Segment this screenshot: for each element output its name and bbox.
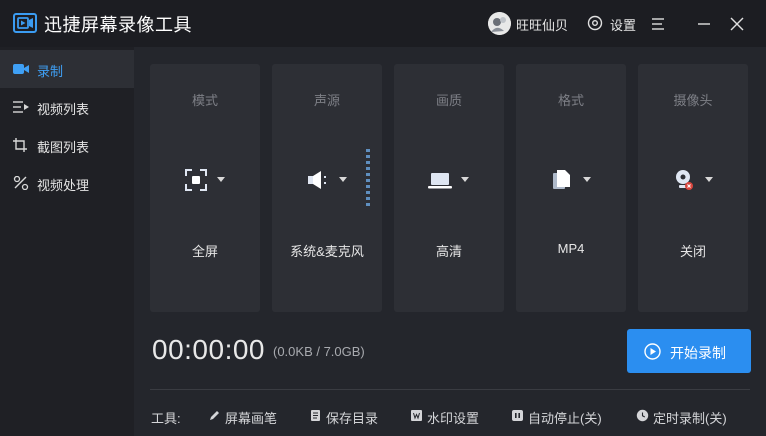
divider <box>150 389 750 390</box>
tool-label: 水印设置 <box>427 411 480 426</box>
card-value: 高清 <box>435 244 462 259</box>
pen-icon <box>210 411 219 420</box>
audio-level-meter <box>366 149 370 206</box>
clock-icon <box>636 409 649 422</box>
mode-card[interactable]: 模式 全屏 <box>150 64 260 312</box>
fullscreen-icon <box>185 169 207 191</box>
webcam-icon <box>676 170 693 190</box>
file-icon <box>553 170 570 189</box>
card-value: 系统&麦克风 <box>290 244 364 259</box>
card-value: MP4 <box>557 241 585 256</box>
crop-icon <box>13 138 27 152</box>
sidebar: 录制 视频列表 截图列表 视频处理 <box>0 47 134 436</box>
play-circle-icon <box>644 343 661 360</box>
chevron-down-icon[interactable] <box>338 176 348 184</box>
pause-icon <box>512 410 523 421</box>
menu-icon[interactable] <box>650 16 666 32</box>
tool-label: 自动停止(关) <box>528 411 602 426</box>
sidebar-item-label: 视频处理 <box>37 178 90 193</box>
tool-label: 屏幕画笔 <box>225 411 278 426</box>
settings-icon[interactable] <box>587 15 603 31</box>
sidebar-item-label: 截图列表 <box>37 140 90 155</box>
tools-icon <box>13 176 29 190</box>
card-title: 格式 <box>557 93 584 108</box>
format-card[interactable]: 格式 MP4 <box>516 64 626 312</box>
tools-label: 工具: <box>151 411 181 426</box>
user-avatar[interactable] <box>488 12 511 35</box>
card-title: 模式 <box>191 93 218 108</box>
card-title: 画质 <box>435 93 462 108</box>
chevron-down-icon[interactable] <box>704 176 714 184</box>
recording-timer: 00:00:00 <box>152 334 265 365</box>
sidebar-item-label: 录制 <box>37 64 64 79</box>
title-bar: 迅捷屏幕录像工具 旺旺仙贝 设置 <box>0 0 766 47</box>
file-size-info: (0.0KB / 7.0GB) <box>273 344 365 359</box>
sidebar-item-video-process[interactable]: 视频处理 <box>0 164 134 202</box>
document-icon <box>311 410 320 421</box>
start-recording-label: 开始录制 <box>670 345 726 361</box>
start-recording-button[interactable]: 开始录制 <box>627 329 751 373</box>
quality-card[interactable]: 画质 高清 <box>394 64 504 312</box>
username[interactable]: 旺旺仙贝 <box>516 15 568 34</box>
chevron-down-icon[interactable] <box>582 176 592 184</box>
webcam-card[interactable]: 摄像头 关闭 <box>638 64 748 312</box>
card-value: 关闭 <box>679 244 706 259</box>
settings-button[interactable]: 设置 <box>610 15 636 34</box>
chevron-down-icon[interactable] <box>216 176 226 184</box>
card-title: 摄像头 <box>673 93 713 108</box>
sidebar-item-screenshot-list[interactable]: 截图列表 <box>0 126 134 164</box>
sidebar-item-video-list[interactable]: 视频列表 <box>0 88 134 126</box>
watermark-icon <box>411 410 422 421</box>
camera-icon <box>13 64 29 74</box>
minimize-icon[interactable] <box>696 16 712 32</box>
tool-label: 保存目录 <box>326 411 379 426</box>
app-logo-icon <box>13 13 37 33</box>
sidebar-item-record[interactable]: 录制 <box>0 50 134 88</box>
card-value: 全屏 <box>191 244 218 259</box>
chevron-down-icon[interactable] <box>460 176 470 184</box>
card-title: 声源 <box>313 93 340 108</box>
laptop-icon <box>428 173 452 189</box>
close-icon[interactable] <box>729 16 745 32</box>
video-list-icon <box>13 101 29 113</box>
app-window: 迅捷屏幕录像工具 旺旺仙贝 设置 录制 视频列表 截图列表 视频处理 模式 全屏… <box>0 0 766 436</box>
sidebar-item-label: 视频列表 <box>37 102 90 117</box>
speaker-icon <box>308 171 326 189</box>
app-title: 迅捷屏幕录像工具 <box>44 15 192 35</box>
tool-label: 定时录制(关) <box>653 411 727 426</box>
audio-source-card[interactable]: 声源 系统&麦克风 <box>272 64 382 312</box>
